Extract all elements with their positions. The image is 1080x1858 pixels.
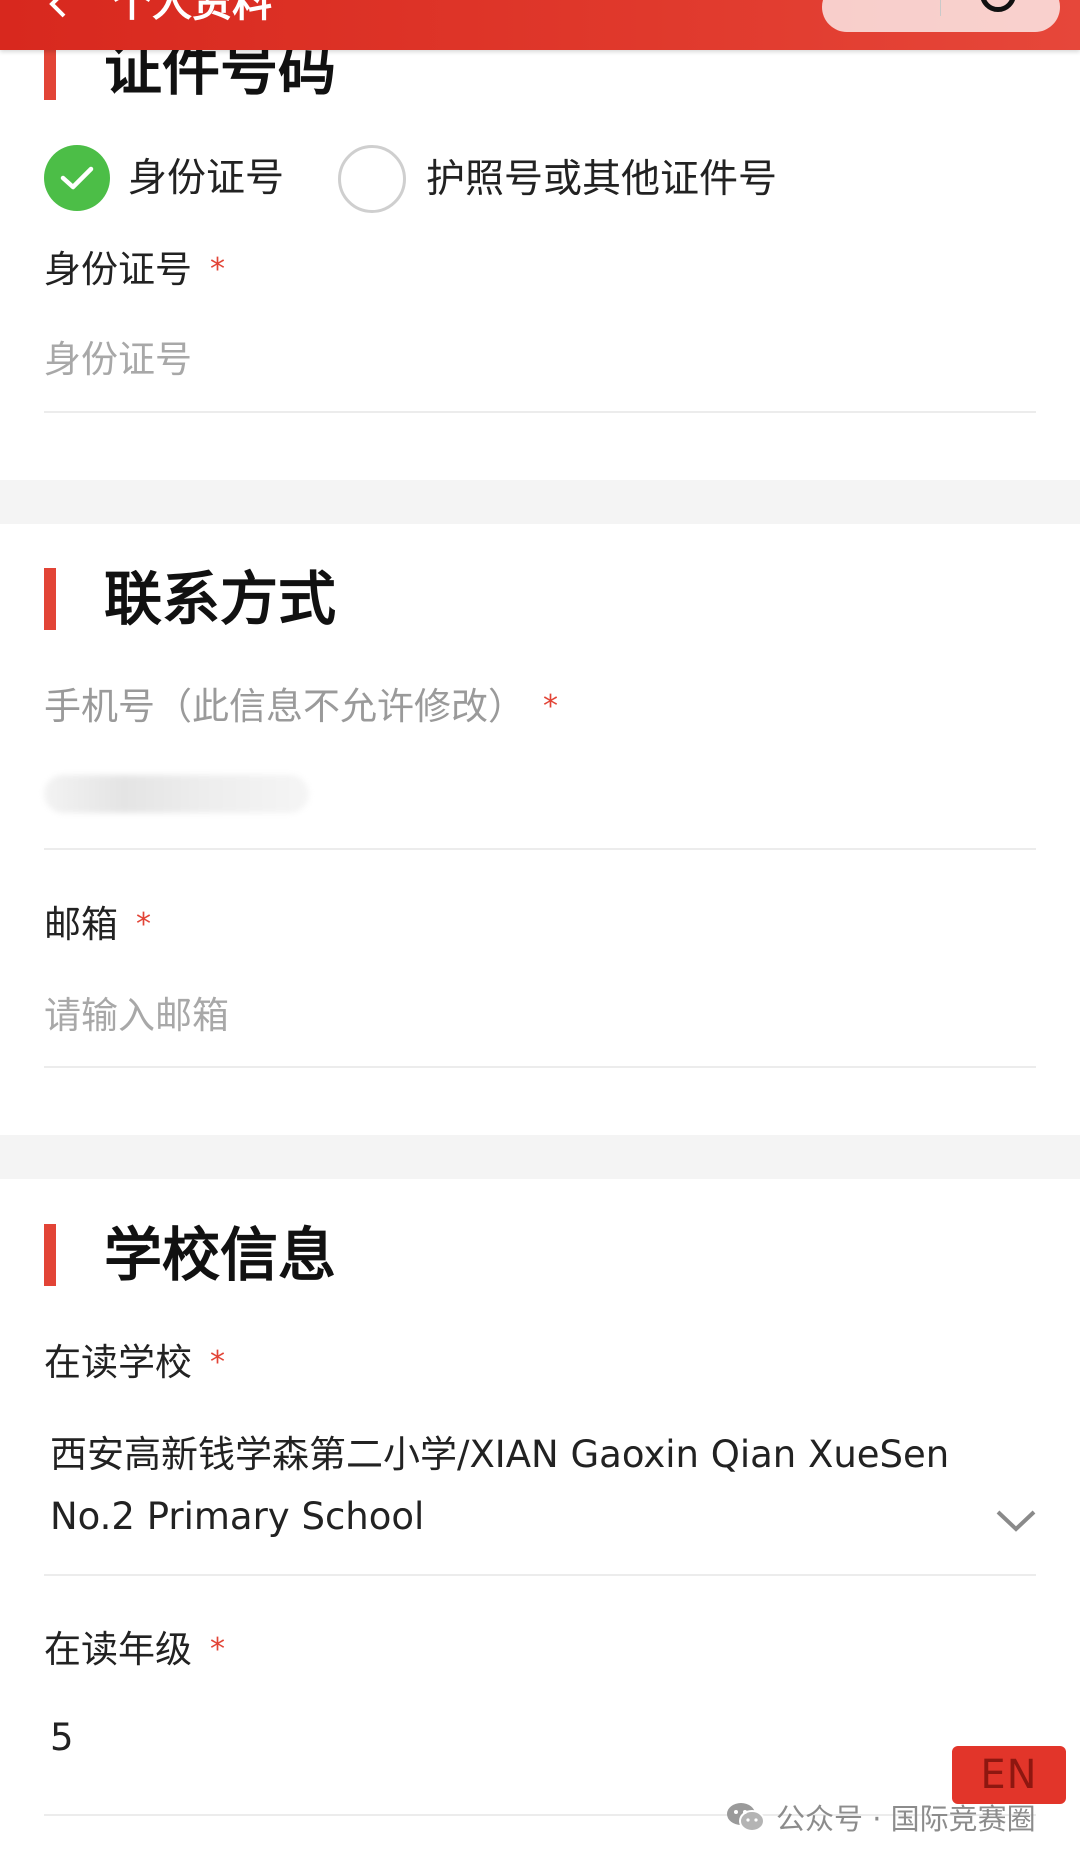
- section-accent-bar: [44, 568, 56, 630]
- field-label: 在读年级: [44, 1628, 192, 1671]
- watermark-text: 公众号 · 国际竞赛圈: [776, 1802, 1036, 1836]
- radio-option-id-card[interactable]: 身份证号: [44, 145, 284, 211]
- field-label: 身份证号: [44, 248, 192, 291]
- required-mark: *: [210, 1632, 225, 1667]
- required-mark: *: [543, 689, 558, 724]
- radio-option-passport[interactable]: 护照号或其他证件号: [338, 145, 777, 213]
- chevron-left-icon[interactable]: [44, 0, 72, 18]
- id-number-label: 身份证号 *: [44, 251, 225, 288]
- close-circle-icon[interactable]: [980, 0, 1016, 12]
- field-label: 手机号（此信息不允许修改）: [44, 685, 525, 728]
- divider: [44, 411, 1036, 413]
- divider: [44, 848, 1036, 850]
- required-mark: *: [210, 252, 225, 287]
- grade-select[interactable]: 5: [50, 1707, 74, 1769]
- capsule-divider: [940, 0, 941, 16]
- chevron-down-icon: [996, 1510, 1036, 1532]
- watermark: 公众号 · 国际竞赛圈: [726, 1795, 1036, 1839]
- wechat-icon: [727, 1803, 765, 1832]
- check-circle-icon: [44, 145, 110, 211]
- top-nav-bar: 个人资料: [0, 0, 1080, 50]
- section-accent-bar: [44, 1224, 56, 1286]
- radio-empty-icon: [338, 145, 406, 213]
- mini-program-capsule[interactable]: [822, 0, 1060, 32]
- grade-label: 在读年级 *: [44, 1631, 225, 1668]
- section-gap: [0, 1135, 1080, 1179]
- school-value: 西安高新钱学森第二小学/XIAN Gaoxin Qian XueSen No.2…: [50, 1433, 950, 1538]
- divider: [44, 1066, 1036, 1068]
- school-select[interactable]: 西安高新钱学森第二小学/XIAN Gaoxin Qian XueSen No.2…: [44, 1424, 1036, 1548]
- id-number-input[interactable]: [44, 334, 1024, 384]
- email-label: 邮箱 *: [44, 906, 151, 943]
- field-label: 在读学校: [44, 1341, 192, 1384]
- section-accent-bar: [44, 42, 56, 100]
- phone-label: 手机号（此信息不允许修改） *: [44, 688, 558, 725]
- phone-value-redacted: [44, 775, 309, 813]
- required-mark: *: [136, 907, 151, 942]
- radio-label: 护照号或其他证件号: [426, 156, 778, 202]
- section-title-contact: 联系方式: [104, 565, 337, 633]
- field-label: 邮箱: [44, 903, 118, 946]
- radio-label: 身份证号: [128, 155, 285, 201]
- required-mark: *: [210, 1345, 225, 1380]
- section-title-school: 学校信息: [104, 1221, 337, 1289]
- school-label: 在读学校 *: [44, 1344, 225, 1381]
- section-gap: [0, 480, 1080, 524]
- page-title: 个人资料: [112, 0, 272, 26]
- email-input[interactable]: [44, 990, 1024, 1040]
- divider: [44, 1574, 1036, 1576]
